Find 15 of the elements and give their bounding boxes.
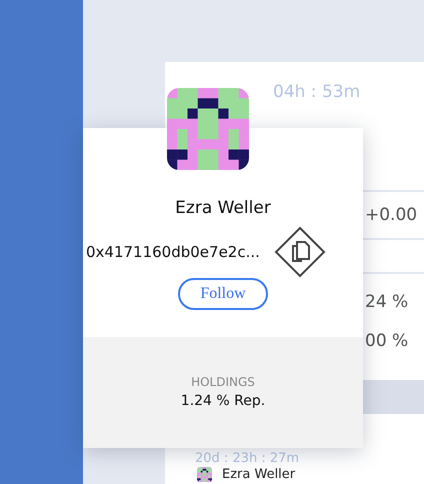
copy-button[interactable] xyxy=(274,226,326,278)
wallet-address: 0x4171160db0e7e2c... xyxy=(86,243,260,261)
change-value: +0.00 xyxy=(365,205,418,225)
follow-button[interactable]: Follow xyxy=(178,278,268,310)
avatar-icon xyxy=(167,88,249,170)
profile-name: Ezra Weller xyxy=(175,198,271,218)
avatar-icon xyxy=(197,467,212,482)
owner-name: Ezra Weller xyxy=(222,467,296,482)
share-value: 24 % xyxy=(365,292,408,312)
copy-icon xyxy=(274,226,326,278)
share-value: 00 % xyxy=(365,331,408,351)
countdown-timer: 04h : 53m xyxy=(272,81,362,104)
holdings-label: HOLDINGS xyxy=(191,375,255,389)
holdings-value: 1.24 % Rep. xyxy=(180,393,266,409)
countdown-timer: 20d : 23h : 27m xyxy=(194,451,300,467)
